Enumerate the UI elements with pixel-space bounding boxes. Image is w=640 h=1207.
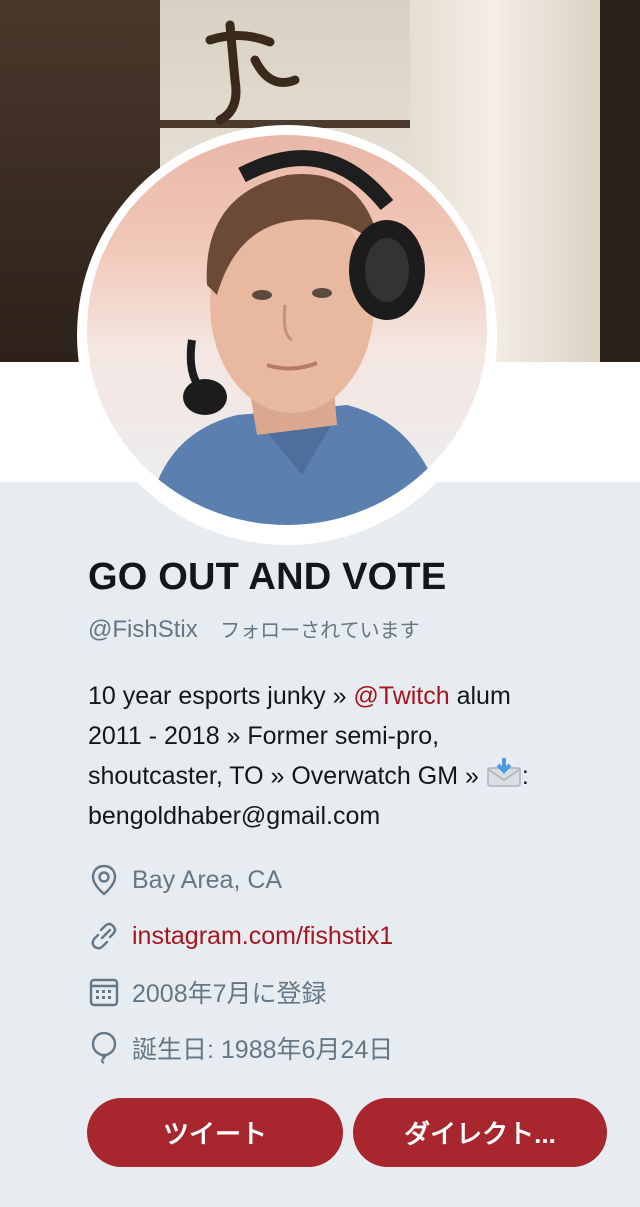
banner-calligraphy	[205, 20, 300, 125]
joined-row: 2008年7月に登録	[88, 972, 608, 1012]
direct-message-button[interactable]: ダイレクト...	[353, 1098, 607, 1167]
banner-pillar	[600, 0, 640, 362]
bio-text: 10 year esports junky »	[88, 682, 354, 710]
location-pin-icon	[88, 864, 120, 896]
bio-text: alum	[449, 682, 511, 710]
location-row: Bay Area, CA	[88, 860, 608, 900]
follows-you-badge: フォローされています	[220, 620, 420, 642]
website-link[interactable]: instagram.com/fishstix1	[132, 922, 393, 951]
handle-row: @FishStix フォローされています	[88, 614, 420, 644]
website-row: instagram.com/fishstix1	[88, 916, 608, 956]
envelope-download-icon	[486, 758, 522, 788]
avatar[interactable]	[87, 135, 487, 525]
bio-text: :	[521, 762, 529, 790]
calendar-icon	[88, 976, 120, 1008]
bio-line-4: bengoldhaber@gmail.com	[88, 802, 381, 830]
tweet-button[interactable]: ツイート	[87, 1098, 343, 1167]
bio-line-1: 10 year esports junky » @Twitch alum	[88, 676, 608, 716]
joined-date: 2008年7月に登録	[132, 980, 327, 1008]
balloon-icon	[88, 1032, 120, 1064]
bio-text: shoutcaster, TO » Overwatch GM »	[88, 762, 486, 790]
bio-line-2: 2011 - 2018 » Former semi-pro,	[88, 722, 440, 750]
user-handle[interactable]: @FishStix	[88, 616, 198, 643]
bio-line-3: shoutcaster, TO » Overwatch GM » :	[88, 756, 608, 796]
twitch-mention-link[interactable]: @Twitch	[353, 682, 449, 710]
birthday-row: 誕生日: 1988年6月24日	[88, 1028, 608, 1068]
location-text: Bay Area, CA	[132, 865, 283, 894]
link-icon	[88, 920, 120, 952]
display-name: GO OUT AND VOTE	[88, 556, 447, 598]
profile-bio: 10 year esports junky » @Twitch alum 201…	[88, 676, 608, 836]
birthday-text: 誕生日: 1988年6月24日	[132, 1036, 394, 1064]
